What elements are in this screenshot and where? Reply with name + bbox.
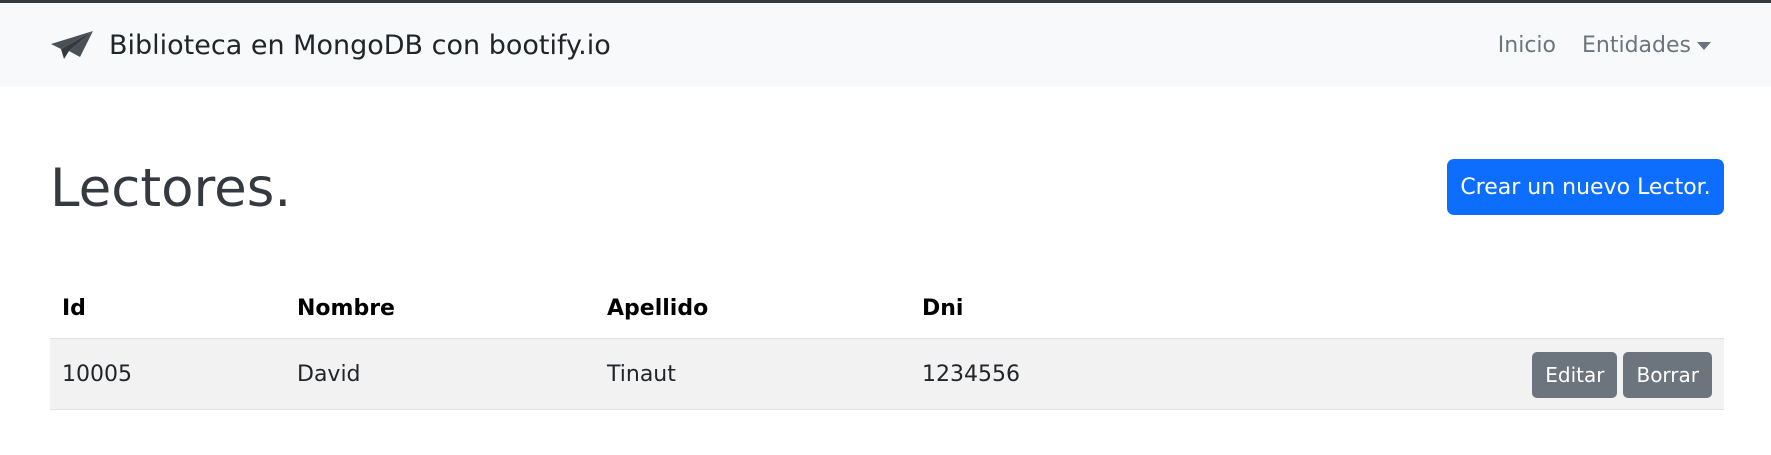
table-header: Id Nombre Apellido Dni (50, 278, 1724, 339)
column-header-dni: Dni (922, 296, 964, 321)
paper-plane-icon (50, 29, 94, 61)
nav-dropdown-entidades[interactable]: Entidades (1582, 33, 1711, 58)
caret-down-icon (1697, 42, 1711, 50)
nav-dropdown-label: Entidades (1582, 32, 1691, 58)
cell-apellido: Tinaut (607, 362, 676, 387)
cell-dni: 1234556 (922, 362, 1020, 387)
cell-nombre: David (297, 362, 361, 387)
table-row: 10005 David Tinaut 1234556 Editar Borrar (50, 339, 1724, 410)
brand-title: Biblioteca en MongoDB con bootify.io (109, 29, 611, 61)
navbar: Biblioteca en MongoDB con bootify.io Ini… (0, 3, 1771, 87)
row-actions: Editar Borrar (1532, 339, 1712, 410)
column-header-nombre: Nombre (297, 296, 395, 321)
create-lector-button[interactable]: Crear un nuevo Lector. (1447, 159, 1724, 215)
nav-links: Inicio Entidades (1498, 3, 1711, 87)
brand-link[interactable]: Biblioteca en MongoDB con bootify.io (50, 3, 611, 87)
edit-button[interactable]: Editar (1532, 351, 1618, 398)
delete-button[interactable]: Borrar (1623, 351, 1712, 398)
column-header-id: Id (62, 296, 86, 321)
cell-id: 10005 (62, 362, 132, 387)
lectores-table: Id Nombre Apellido Dni 10005 David Tinau… (50, 278, 1724, 410)
nav-link-inicio[interactable]: Inicio (1498, 33, 1556, 58)
column-header-apellido: Apellido (607, 296, 709, 321)
page-title: Lectores. (50, 158, 292, 219)
